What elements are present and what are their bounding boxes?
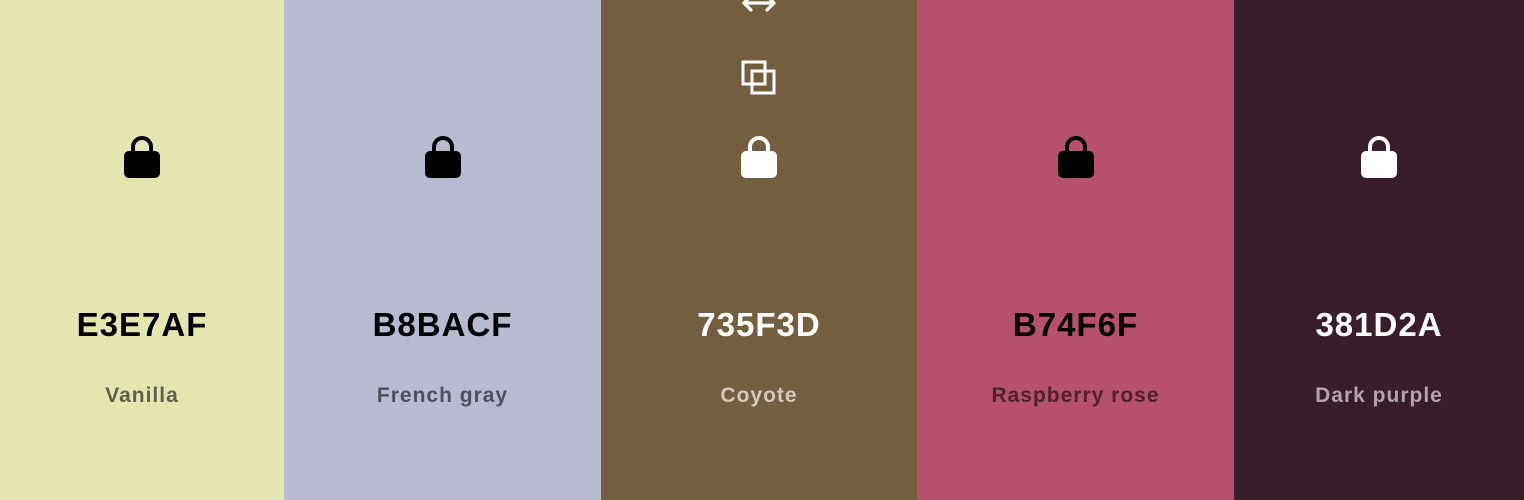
hex-code[interactable]: 735F3D: [601, 304, 917, 346]
color-name[interactable]: Dark purple: [1234, 382, 1524, 410]
drag-arrows-icon[interactable]: [739, 0, 779, 18]
hex-code[interactable]: E3E7AF: [0, 304, 284, 346]
color-name[interactable]: French gray: [284, 382, 601, 410]
lock-icon[interactable]: [120, 132, 164, 180]
lock-icon[interactable]: [737, 132, 781, 180]
color-name[interactable]: Vanilla: [0, 382, 284, 410]
color-name[interactable]: Coyote: [601, 382, 917, 410]
hex-code[interactable]: 381D2A: [1234, 304, 1524, 346]
color-palette: E3E7AF Vanilla B8BACF French gray 735F3D…: [0, 0, 1524, 500]
color-swatch-coyote[interactable]: 735F3D Coyote: [601, 0, 917, 500]
copy-icon[interactable]: [739, 58, 779, 98]
color-name[interactable]: Raspberry rose: [917, 382, 1234, 410]
lock-icon[interactable]: [421, 132, 465, 180]
color-swatch-dark-purple[interactable]: 381D2A Dark purple: [1234, 0, 1524, 500]
color-swatch-vanilla[interactable]: E3E7AF Vanilla: [0, 0, 284, 500]
color-swatch-french-gray[interactable]: B8BACF French gray: [284, 0, 601, 500]
hex-code[interactable]: B74F6F: [917, 304, 1234, 346]
lock-icon[interactable]: [1357, 132, 1401, 180]
lock-icon[interactable]: [1054, 132, 1098, 180]
color-swatch-raspberry-rose[interactable]: B74F6F Raspberry rose: [917, 0, 1234, 500]
hex-code[interactable]: B8BACF: [284, 304, 601, 346]
